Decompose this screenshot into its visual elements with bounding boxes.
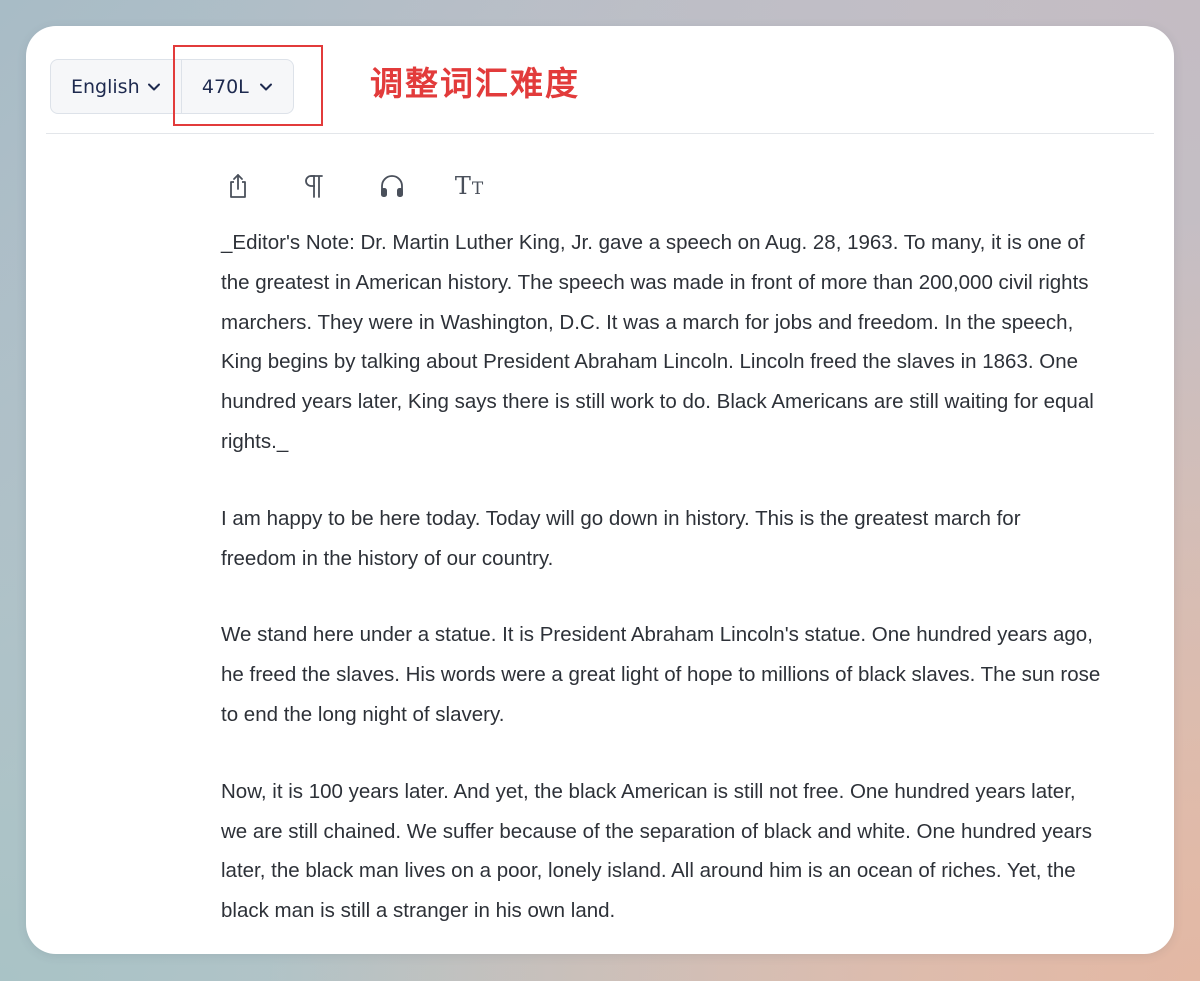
share-icon [230,174,246,198]
chevron-down-icon [147,83,160,90]
reader-card: English 470L 调整词汇难度 T T _Editor's Note: … [26,26,1174,954]
reader-toolbar: English 470L 调整词汇难度 [26,26,1174,133]
article-paragraph: I am happy to be here today. Today will … [221,506,1021,570]
language-select[interactable]: English [51,60,182,113]
language-select-label: English [71,75,140,98]
article-paragraph: Now, it is 100 years later. And yet, the… [221,779,1093,923]
article-paragraph: We stand here under a statue. It is Pres… [221,623,1101,726]
article-body: _Editor's Note: Dr. Martin Luther King, … [221,223,1101,954]
text-size-icon: TT [454,172,484,200]
share-button[interactable] [220,168,256,204]
listen-button[interactable] [374,168,410,204]
text-size-button[interactable]: TT [451,168,487,204]
headphones-icon [381,175,403,197]
paragraph-button[interactable] [297,168,333,204]
paragraph-icon [305,175,323,198]
annotation-label: 调整词汇难度 [370,64,580,103]
toolbar-divider [46,133,1154,134]
editors-note-paragraph: _Editor's Note: Dr. Martin Luther King, … [221,231,1094,453]
annotation-highlight-box [173,45,323,126]
article-actions: TT [220,168,528,204]
